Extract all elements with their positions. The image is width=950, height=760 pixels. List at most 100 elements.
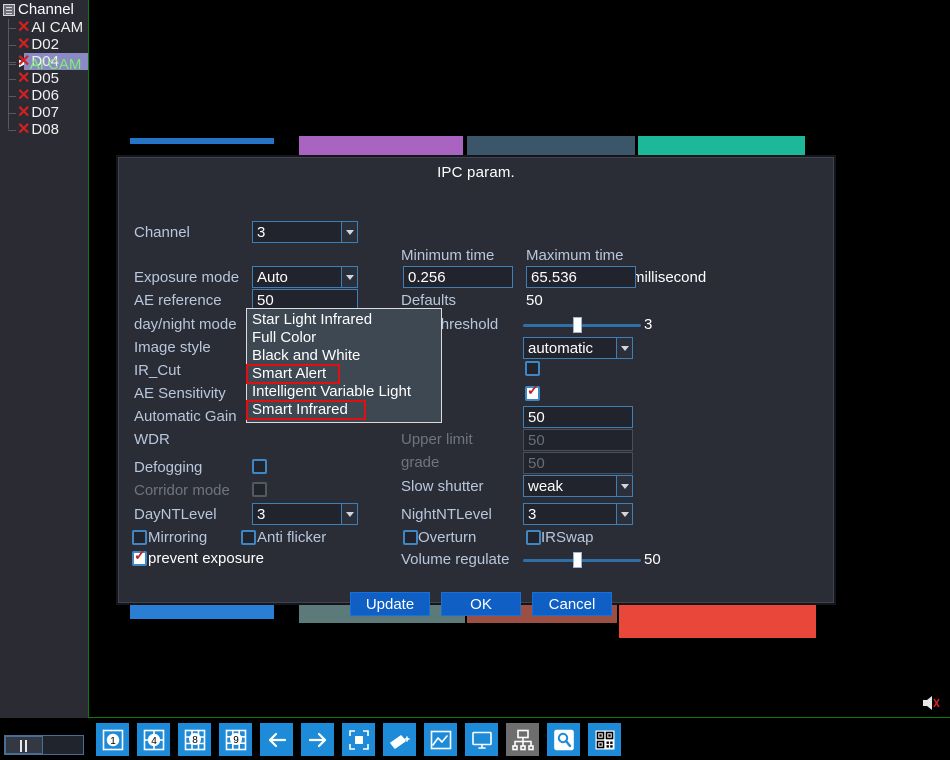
dropdown-item-4[interactable]: Intelligent Variable Light [247, 383, 441, 401]
cancel-button[interactable]: Cancel [532, 592, 612, 616]
scrollbar-track[interactable] [43, 736, 83, 754]
display-button[interactable] [465, 723, 498, 756]
tree-item-1[interactable]: ✕ D02 [8, 36, 88, 53]
x-icon[interactable]: ✕ [17, 19, 30, 36]
ipc-param-dialog: IPC param. Channel Exposure mode AE refe… [116, 155, 836, 616]
split-4-button[interactable]: 4 [137, 723, 170, 756]
qrcode-icon [593, 728, 617, 752]
x-icon[interactable]: ✕ [17, 104, 30, 121]
lower-limit-input[interactable]: 50 [523, 406, 633, 428]
x-icon[interactable]: ✕ [17, 36, 30, 53]
dnc-threshold-value: 3 [644, 316, 653, 333]
day-nt-level-select[interactable]: 3 [252, 503, 358, 525]
split-1-button[interactable]: 1 [96, 723, 129, 756]
volume-regulate-slider[interactable] [523, 552, 641, 568]
speaker-mute-icon[interactable] [921, 695, 941, 711]
dropdown-item-2[interactable]: Black and White [247, 347, 441, 365]
tree-item-6[interactable]: ✕ D07 [8, 104, 88, 121]
chevron-down-icon[interactable] [616, 504, 632, 524]
chevron-down-icon[interactable] [616, 338, 632, 358]
channel-select[interactable]: 3 [252, 221, 358, 243]
split-8-button[interactable]: 8 [178, 723, 211, 756]
split-1-icon: 1 [101, 728, 125, 752]
x-icon[interactable]: ✕ [17, 53, 30, 70]
wdr-label: WDR [134, 431, 170, 448]
iris-checkbox[interactable] [525, 383, 540, 401]
channel-tree-panel: Channel ✕ AI CAM ✕ D02 ▶ AI CAM ✕ D04 ✕ D05 ✕ D06 ✕ D… [0, 0, 96, 718]
dropdown-item-0[interactable]: Star Light Infrared [247, 311, 441, 329]
tree-item-4[interactable]: ✕ D05 [8, 70, 88, 87]
anti-flicker-checkbox[interactable] [241, 530, 256, 545]
slow-shutter-label: Slow shutter [401, 478, 484, 495]
overturn-checkbox[interactable] [403, 530, 418, 545]
night-nt-level-label: NightNTLevel [401, 506, 492, 523]
book-icon [3, 3, 15, 16]
tree-item-7[interactable]: ✕ D08 [8, 121, 88, 138]
slow-shutter-select[interactable]: weak [523, 475, 633, 497]
tree-item-label: D08 [31, 121, 59, 138]
chevron-down-icon[interactable] [341, 267, 357, 287]
scenes-select[interactable]: automatic [523, 337, 633, 359]
image-style-label: Image style [134, 339, 211, 356]
qrcode-button[interactable] [588, 723, 621, 756]
svg-text:1: 1 [110, 736, 116, 747]
channel-label: Channel [134, 224, 190, 241]
disk-button[interactable] [547, 723, 580, 756]
ok-button[interactable]: OK [441, 592, 521, 616]
dropdown-item-1[interactable]: Full Color [247, 329, 441, 347]
defogging-checkbox[interactable] [252, 459, 267, 474]
tree-item-0[interactable]: ✕ AI CAM [8, 19, 88, 36]
chevron-down-icon[interactable] [341, 504, 357, 524]
chevron-down-icon[interactable] [341, 222, 357, 242]
network-button[interactable] [506, 723, 539, 756]
volume-regulate-value: 50 [644, 551, 661, 568]
slider-knob[interactable] [573, 317, 582, 333]
split-9-button[interactable]: 9 [219, 723, 252, 756]
tree-item-label: AI CAM [31, 19, 84, 36]
svg-text:4: 4 [151, 736, 157, 747]
anti-flicker-label: Anti flicker [257, 529, 327, 546]
tree-item-5[interactable]: ✕ D06 [8, 87, 88, 104]
dropdown-item-5[interactable]: Smart Infrared [246, 400, 366, 420]
chevron-down-icon[interactable] [616, 476, 632, 496]
tree-horizontal-scrollbar[interactable] [4, 735, 84, 755]
network-icon [511, 728, 535, 752]
scrollbar-thumb[interactable] [5, 736, 43, 754]
exposure-mode-select[interactable]: Auto [252, 266, 358, 288]
volume-regulate-label: Volume regulate [401, 551, 510, 568]
millisecond-label: millisecond [632, 269, 707, 286]
x-icon[interactable]: ✕ [17, 70, 30, 87]
camera-button[interactable] [383, 723, 416, 756]
dropdown-item-3[interactable]: Smart Alert [246, 364, 340, 384]
tree-item-label: AI CAM [29, 55, 82, 73]
grade-input: 50 [523, 452, 633, 474]
next-page-button[interactable] [301, 723, 334, 756]
unnamed-checkbox[interactable] [525, 361, 540, 376]
svg-text:8: 8 [192, 735, 198, 746]
app-root: Channel ✕ AI CAM ✕ D02 ▶ AI CAM ✕ D04 ✕ D05 ✕ D06 ✕ D… [0, 0, 950, 760]
prevent-exposure-label: prevent exposure [148, 550, 264, 567]
mirroring-checkbox[interactable] [132, 530, 147, 545]
tree-item-label: D07 [31, 104, 59, 121]
prev-page-button[interactable] [260, 723, 293, 756]
channel-tree-header: Channel [0, 0, 88, 19]
day-night-mode-dropdown[interactable]: Star Light Infrared Full Color Black and W… [246, 308, 442, 423]
slider-knob[interactable] [573, 552, 582, 568]
x-icon[interactable]: ✕ [17, 121, 30, 138]
tile-1-top[interactable] [130, 138, 274, 144]
tree-item-label: D05 [31, 70, 59, 87]
maximum-time-input[interactable]: 65.536 [526, 266, 636, 288]
playback-button[interactable] [424, 723, 457, 756]
fullscreen-icon [347, 728, 371, 752]
update-button[interactable]: Update [350, 592, 430, 616]
automatic-gain-label: Automatic Gain [134, 408, 237, 425]
corridor-mode-label: Corridor mode [134, 482, 230, 499]
dnc-threshold-slider[interactable] [523, 317, 641, 333]
upper-limit-input: 50 [523, 429, 633, 451]
night-nt-level-select[interactable]: 3 [523, 503, 633, 525]
prevent-exposure-checkbox[interactable] [132, 548, 147, 566]
x-icon[interactable]: ✕ [17, 87, 30, 104]
minimum-time-input[interactable]: 0.256 [403, 266, 513, 288]
irswap-checkbox[interactable] [526, 530, 541, 545]
fullscreen-button[interactable] [342, 723, 375, 756]
